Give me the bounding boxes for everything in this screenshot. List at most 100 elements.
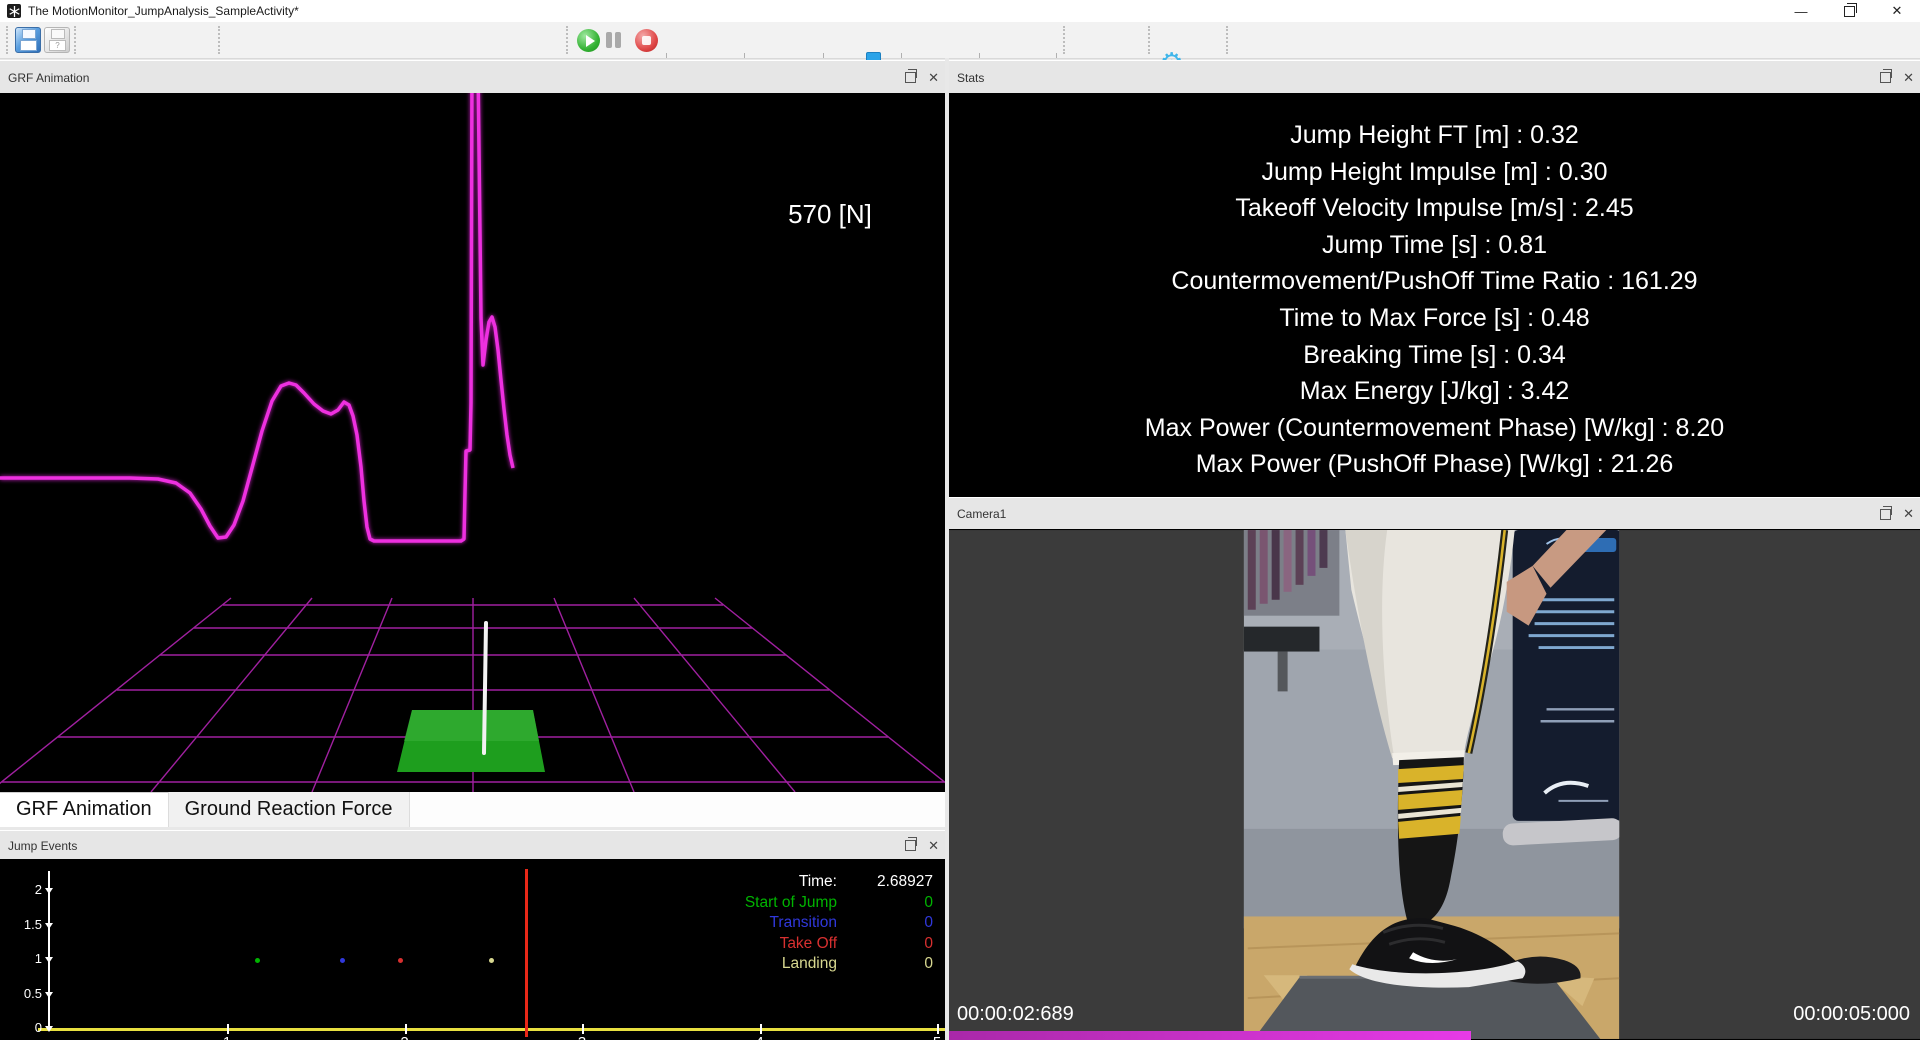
legend-row-take-off: Take Off0	[560, 935, 933, 954]
float-panel-icon[interactable]	[905, 840, 916, 851]
grf-animation-view: 570 [N]	[0, 93, 945, 792]
time-cursor-line[interactable]	[525, 869, 528, 1037]
stat-metric: Max Energy [J/kg] : 3.42	[949, 373, 1920, 410]
stats-title: Stats	[957, 61, 984, 94]
slider-tick	[901, 53, 902, 58]
grf-curve	[0, 93, 513, 541]
video-end-time: 00:00:05:000	[1793, 1003, 1910, 1026]
window-title: The MotionMonitor_JumpAnalysis_SampleAct…	[28, 0, 299, 22]
stats-panel: Jump Height FT [m] : 0.32Jump Height Imp…	[949, 93, 1920, 497]
toolbar-drag-handle[interactable]	[566, 26, 571, 54]
event-dot-transition	[340, 958, 345, 963]
close-panel-icon[interactable]: ✕	[1903, 509, 1914, 519]
stats-caption: Stats ✕	[949, 60, 1920, 95]
y-tick-label: 0	[12, 1020, 42, 1035]
sock-stripes	[1398, 765, 1464, 839]
toolbar-drag-handle[interactable]	[1063, 26, 1068, 54]
y-axis	[48, 871, 50, 1031]
float-panel-icon[interactable]	[1880, 509, 1891, 520]
legend-row-start-of-jump: Start of Jump0	[560, 894, 933, 913]
app-icon	[7, 4, 21, 18]
y-tick-label: 1.5	[12, 917, 42, 932]
x-tick	[937, 1024, 939, 1034]
x-tick-label: 5	[927, 1034, 945, 1040]
close-panel-icon[interactable]: ✕	[928, 73, 939, 83]
slider-tick	[979, 53, 980, 58]
stat-metric: Jump Height Impulse [m] : 0.30	[949, 154, 1920, 191]
restore-button[interactable]	[1832, 0, 1866, 22]
x-tick-label: 1	[217, 1034, 237, 1040]
event-dot-start-of-jump	[255, 958, 260, 963]
window-blinds	[1244, 530, 1340, 616]
grf-3d-scene	[0, 93, 945, 792]
legend-row-time-: Time:2.68927	[560, 873, 933, 892]
stat-metric: Time to Max Force [s] : 0.48	[949, 300, 1920, 337]
x-tick	[227, 1024, 229, 1034]
stat-metric: Jump Height FT [m] : 0.32	[949, 117, 1920, 154]
stat-metric: Breaking Time [s] : 0.34	[949, 337, 1920, 374]
slider-tick	[1056, 53, 1057, 58]
tab-ground-reaction-force[interactable]: Ground Reaction Force	[169, 792, 410, 828]
x-tick	[582, 1024, 584, 1034]
x-tick-label: 4	[750, 1034, 770, 1040]
force-vector-line	[484, 623, 486, 753]
title-bar: The MotionMonitor_JumpAnalysis_SampleAct…	[0, 0, 1920, 22]
y-tick-label: 1	[12, 951, 42, 966]
close-button[interactable]: ✕	[1880, 0, 1914, 22]
float-panel-icon[interactable]	[1880, 72, 1891, 83]
stat-metric: Max Power (PushOff Phase) [W/kg] : 21.26	[949, 446, 1920, 483]
toolbar-drag-handle[interactable]	[1148, 26, 1153, 54]
float-panel-icon[interactable]	[905, 72, 916, 83]
y-tick-arrow	[45, 957, 53, 963]
stat-metric: Takeoff Velocity Impulse [m/s] : 2.45	[949, 190, 1920, 227]
camera-video-view: 00:00:02:689 00:00:05:000	[949, 529, 1920, 1040]
video-progress-bar[interactable]	[949, 1031, 1471, 1040]
slider-tick	[823, 53, 824, 58]
close-panel-icon[interactable]: ✕	[1903, 73, 1914, 83]
x-tick	[760, 1024, 762, 1034]
y-tick-arrow	[45, 992, 53, 998]
legend-row-landing: Landing0	[560, 955, 933, 974]
jump-events-caption: Jump Events ✕	[0, 830, 945, 861]
table-edge	[1244, 627, 1320, 652]
slider-tick	[666, 53, 667, 58]
pause-button[interactable]	[604, 32, 622, 48]
close-panel-icon[interactable]: ✕	[928, 841, 939, 851]
grf-panel-title: GRF Animation	[8, 61, 89, 94]
stat-metric: Max Power (Countermovement Phase) [W/kg]…	[949, 410, 1920, 447]
grf-panel-caption: GRF Animation ✕	[0, 60, 945, 95]
stat-metric: Countermovement/PushOff Time Ratio : 161…	[949, 263, 1920, 300]
record-button[interactable]	[635, 29, 658, 52]
tab-grf-animation[interactable]: GRF Animation	[0, 792, 169, 828]
x-tick-label: 2	[395, 1034, 415, 1040]
save-as-icon[interactable]: ?	[44, 27, 70, 53]
x-axis	[38, 1028, 945, 1031]
x-tick-label: 3	[572, 1034, 592, 1040]
slider-tick	[744, 53, 745, 58]
video-current-time: 00:00:02:689	[957, 1003, 1074, 1026]
y-tick-arrow	[45, 1026, 53, 1032]
stat-metric: Jump Time [s] : 0.81	[949, 227, 1920, 264]
camera-title: Camera1	[957, 498, 1006, 530]
jump-events-chart: 2 1.5 1 0.5 0 1 2 3 4 5 Time:2.68927 Start of Jump…	[0, 859, 945, 1040]
save-icon[interactable]	[15, 27, 41, 53]
y-tick-label: 2	[12, 882, 42, 897]
jump-events-title: Jump Events	[8, 831, 77, 860]
grf-tab-bar: GRF AnimationGround Reaction Force	[0, 792, 945, 828]
toolbar-drag-handle[interactable]	[6, 26, 11, 54]
x-tick	[405, 1024, 407, 1034]
video-content	[1244, 530, 1623, 1039]
toolbar-drag-handle[interactable]	[218, 26, 223, 54]
toolbar-drag-handle[interactable]	[74, 26, 79, 54]
y-tick-label: 0.5	[12, 986, 42, 1001]
legend-row-transition: Transition0	[560, 914, 933, 933]
toolbar-drag-handle[interactable]	[1226, 26, 1231, 54]
force-value-label: 570 [N]	[740, 199, 920, 230]
restore-icon	[1844, 6, 1855, 17]
play-button[interactable]	[577, 29, 600, 52]
toolbar: ? ⚙	[0, 22, 1920, 59]
event-dot-landing	[489, 958, 494, 963]
minimize-button[interactable]: —	[1784, 0, 1818, 22]
camera-caption: Camera1 ✕	[949, 497, 1920, 531]
event-dot-take-off	[398, 958, 403, 963]
